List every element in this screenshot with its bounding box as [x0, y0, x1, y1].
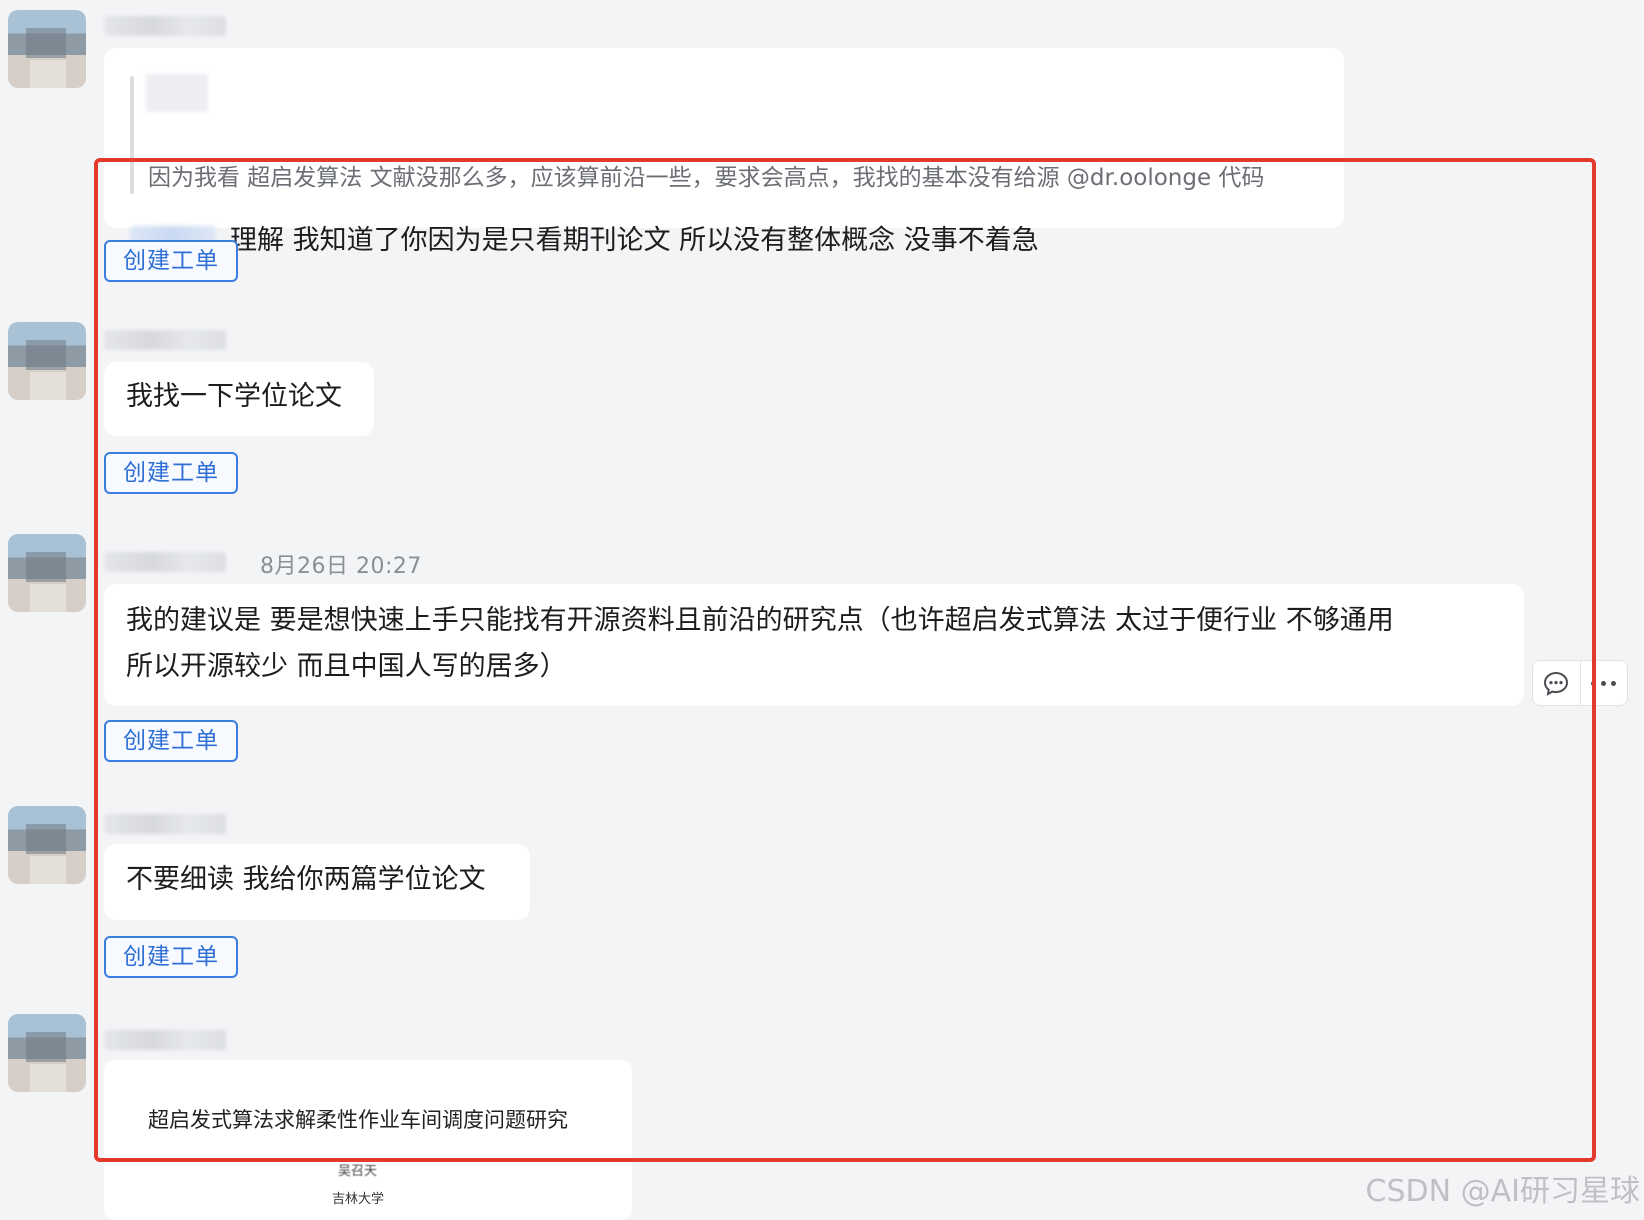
more-button[interactable] [1579, 661, 1628, 705]
watermark: CSDN @AI研习星球 [1365, 1174, 1640, 1209]
sender-name-redacted [104, 814, 226, 834]
quote-sender-redacted [146, 74, 208, 112]
avatar[interactable] [8, 322, 86, 400]
avatar[interactable] [8, 806, 86, 884]
document-title: 超启发式算法求解柔性作业车间调度问题研究 [148, 1108, 568, 1132]
comment-icon [1544, 671, 1569, 696]
create-ticket-button[interactable]: 创建工单 [104, 720, 238, 762]
avatar[interactable] [8, 10, 86, 88]
message-text: 理解 我知道了你因为是只看期刊论文 所以没有整体概念 没事不着急 [230, 225, 1039, 256]
message-text: 不要细读 我给你两篇学位论文 [126, 864, 486, 895]
reply-button[interactable] [1533, 661, 1580, 705]
message-hover-actions [1532, 660, 1628, 706]
sender-name-redacted [104, 16, 226, 36]
create-ticket-button[interactable]: 创建工单 [104, 240, 238, 282]
message-bubble[interactable]: 我找一下学位论文 [104, 362, 374, 436]
message-timestamp: 8月26日 20:27 [260, 554, 422, 579]
document-author: 吴召天 [338, 1164, 378, 1179]
message-bubble[interactable]: 我的建议是 要是想快速上手只能找有开源资料且前沿的研究点（也许超启发式算法 太过… [104, 584, 1524, 706]
avatar[interactable] [8, 1014, 86, 1092]
sender-name-redacted [104, 552, 226, 572]
message-bubble[interactable]: 不要细读 我给你两篇学位论文 [104, 844, 530, 920]
message-text-line: 我的建议是 要是想快速上手只能找有开源资料且前沿的研究点（也许超启发式算法 太过… [126, 605, 1394, 636]
quote-bar [130, 76, 134, 194]
more-dots-icon [1591, 680, 1617, 686]
create-ticket-button[interactable]: 创建工单 [104, 936, 238, 978]
quoted-message-text: 因为我看 超启发算法 文献没那么多，应该算前沿一些，要求会高点，我找的基本没有给… [148, 165, 1265, 191]
create-ticket-button[interactable]: 创建工单 [104, 452, 238, 494]
sender-name-redacted [104, 330, 226, 350]
avatar[interactable] [8, 534, 86, 612]
sender-name-redacted [104, 1030, 226, 1050]
message-text: 我找一下学位论文 [126, 381, 342, 412]
document-card[interactable]: 超启发式算法求解柔性作业车间调度问题研究 吴召天 吉林大学 [104, 1060, 632, 1220]
document-institution: 吉林大学 [332, 1192, 385, 1207]
message-text-line: 所以开源较少 而且中国人写的居多） [126, 651, 567, 682]
message-bubble-reply[interactable]: 因为我看 超启发算法 文献没那么多，应该算前沿一些，要求会高点，我找的基本没有给… [104, 48, 1344, 256]
